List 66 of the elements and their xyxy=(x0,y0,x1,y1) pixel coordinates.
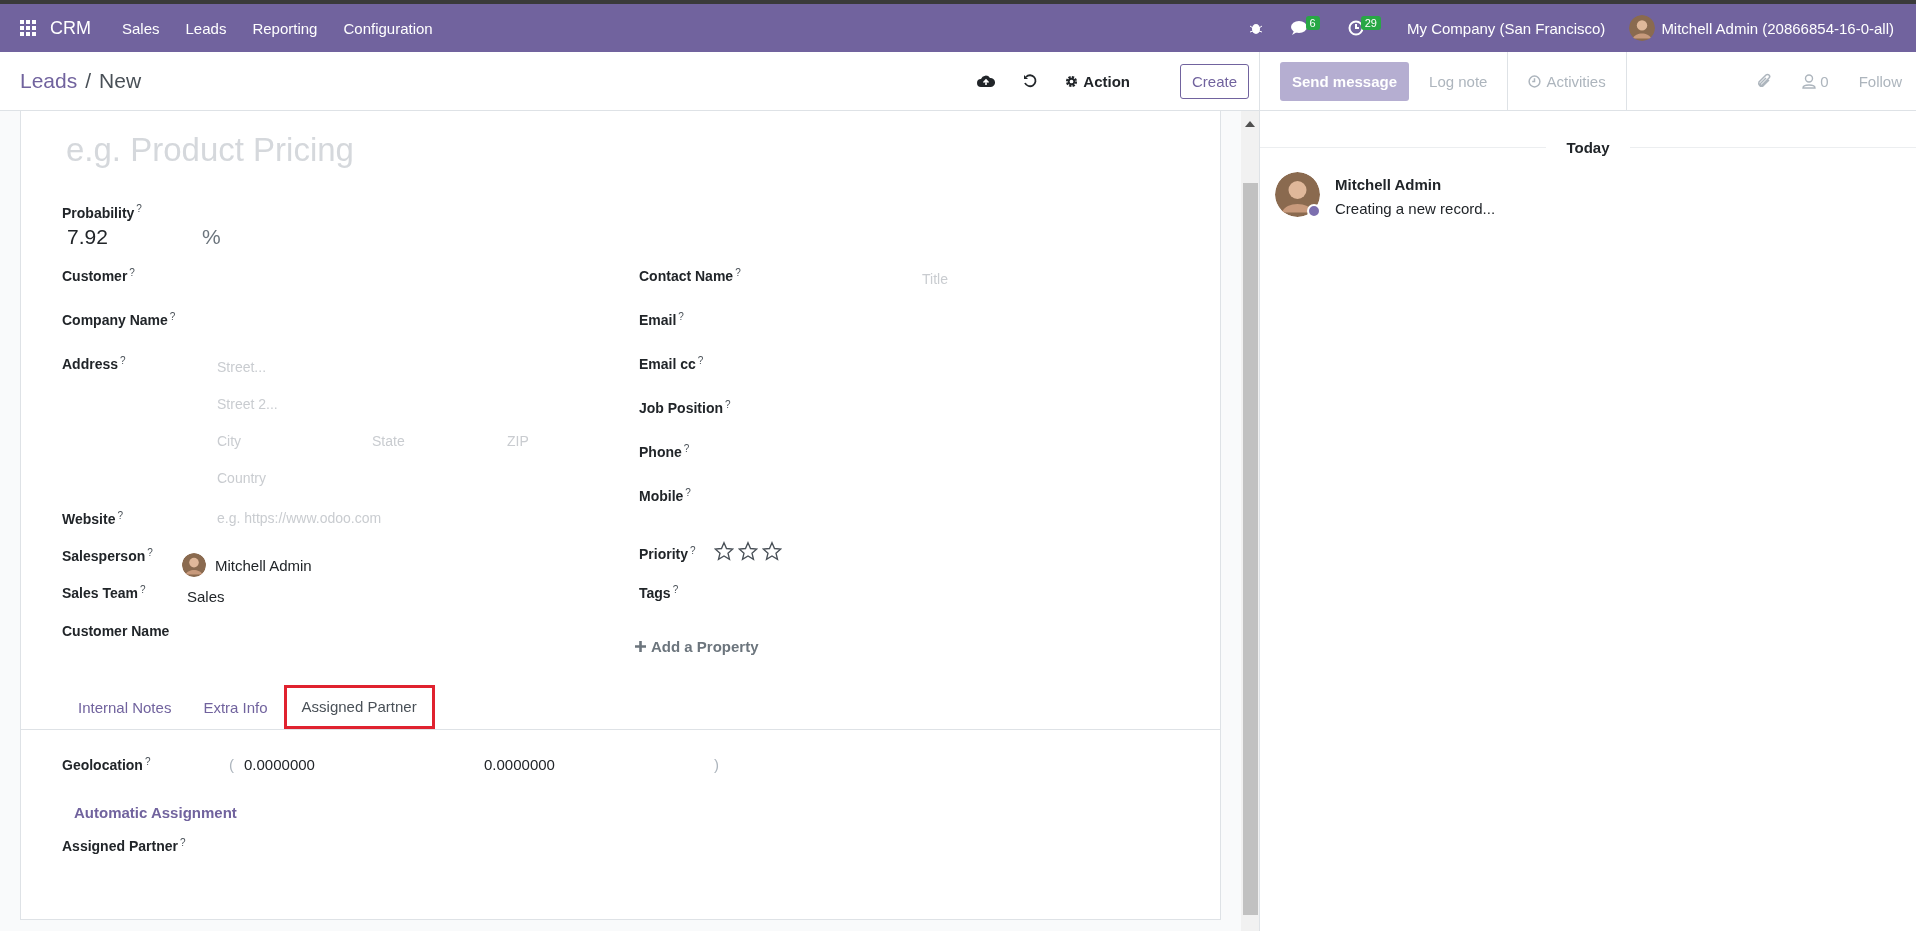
field-label: Company Name$^{?}$ xyxy=(62,312,176,329)
field-label: Customer Name xyxy=(62,622,170,639)
sales-team-field[interactable]: Sales xyxy=(187,587,225,605)
tab[interactable]: Assigned Partner xyxy=(283,684,435,729)
section-title: Automatic Assignment xyxy=(73,802,238,821)
follower-count: 0 xyxy=(1820,72,1829,90)
field-label: Email cc$^{?}$ xyxy=(639,356,704,373)
undo-icon[interactable] xyxy=(1023,74,1038,88)
field-label: Mobile$^{?}$ xyxy=(639,488,691,505)
tab[interactable]: Extra Info xyxy=(187,684,284,729)
tab[interactable]: Internal Notes xyxy=(62,684,188,729)
field-label: Website$^{?}$ xyxy=(62,511,123,528)
field-label: Tags$^{?}$ xyxy=(639,585,679,602)
field-label: Assigned Partner$^{?}$ xyxy=(62,838,186,855)
star-icon[interactable] xyxy=(714,540,734,561)
latitude-field[interactable]: 0.0000000 xyxy=(244,756,474,774)
date-separator: Today xyxy=(1565,139,1611,156)
message-count-badge: 6 xyxy=(1305,16,1320,30)
action-menu[interactable]: Action xyxy=(1065,72,1130,90)
star-icon[interactable] xyxy=(762,540,782,561)
field-label: Priority$^{?}$ xyxy=(639,546,696,563)
gear-icon xyxy=(1065,74,1079,88)
field-label: Salesperson$^{?}$ xyxy=(62,548,153,565)
probability-field[interactable]: 7.92 xyxy=(67,224,202,249)
field-label: Contact Name$^{?}$ xyxy=(639,268,741,285)
user-avatar xyxy=(1629,15,1656,41)
percent-sign: % xyxy=(202,224,221,249)
clock-icon xyxy=(1528,74,1542,88)
menu-item[interactable]: Sales xyxy=(109,19,173,37)
menu-item[interactable]: Configuration xyxy=(330,19,446,37)
open-parenthesis: ( xyxy=(229,756,234,774)
field-label: Email$^{?}$ xyxy=(639,312,684,329)
field-label: Phone$^{?}$ xyxy=(639,444,690,461)
salesperson-field[interactable]: Mitchell Admin xyxy=(215,556,312,574)
plus-icon xyxy=(635,640,646,652)
menu-item[interactable]: Reporting xyxy=(239,19,331,37)
breadcrumb-separator: / xyxy=(85,69,92,93)
apps-menu-icon[interactable] xyxy=(20,20,36,36)
message-body: Creating a new record... xyxy=(1335,200,1496,217)
close-parenthesis: ) xyxy=(714,756,719,774)
breadcrumb-item: New xyxy=(99,69,142,93)
field-label: Job Position$^{?}$ xyxy=(639,400,731,417)
message-author: Mitchell Admin xyxy=(1335,176,1443,193)
user-avatar xyxy=(182,553,206,578)
user-avatar xyxy=(1275,172,1320,217)
menu-item[interactable]: Leads xyxy=(172,19,240,37)
star-icon[interactable] xyxy=(738,540,758,561)
user-menu[interactable]: Mitchell Admin (20866854-16-0-all) xyxy=(1661,19,1894,37)
clock-icon[interactable] xyxy=(1347,20,1364,36)
create-button[interactable]: Create xyxy=(1179,63,1249,99)
field-label: Geolocation$^{?}$ xyxy=(62,757,151,774)
field-label: Customer$^{?}$ xyxy=(62,268,135,285)
chat-icon[interactable] xyxy=(1290,20,1309,36)
activity-count-badge: 29 xyxy=(1360,16,1381,30)
breadcrumb-item[interactable]: Leads xyxy=(20,69,78,93)
app-name[interactable]: CRM xyxy=(50,17,91,39)
add-property-link[interactable]: Add a Property xyxy=(635,637,1220,655)
field-label: Address$^{?}$ xyxy=(62,356,126,373)
cloud-upload-icon[interactable] xyxy=(977,74,996,88)
field-label: Sales Team$^{?}$ xyxy=(62,585,146,602)
paperclip-icon[interactable] xyxy=(1756,72,1773,90)
longitude-field[interactable]: 0.0000000 xyxy=(484,756,714,774)
scrollbar[interactable] xyxy=(1241,111,1259,931)
field-label: Probability$^{?}$ xyxy=(62,204,142,221)
company-switcher[interactable]: My Company (San Francisco) xyxy=(1406,19,1606,37)
bug-icon[interactable] xyxy=(1248,21,1263,35)
